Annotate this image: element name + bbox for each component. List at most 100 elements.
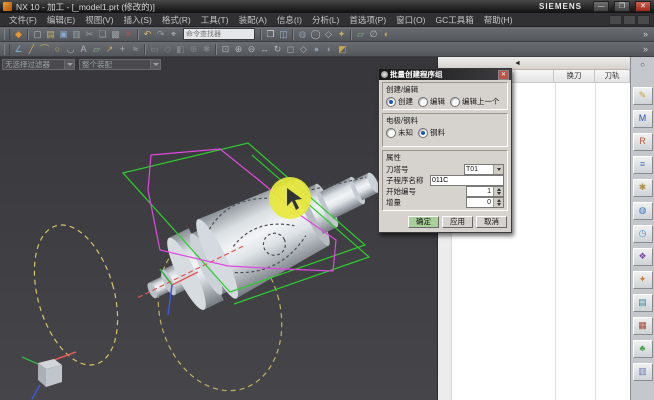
column-toolpath[interactable]: 刀轨 — [595, 70, 630, 82]
circle-tool-icon[interactable]: ○ — [51, 43, 64, 56]
increment-stepper[interactable]: 0 — [466, 197, 504, 208]
radio-icon[interactable] — [450, 97, 460, 107]
fillet-tool-icon[interactable]: ◡ — [64, 43, 77, 56]
fit-view-icon[interactable]: ⊡ — [219, 43, 232, 56]
chevron-down-icon[interactable] — [493, 165, 503, 174]
profile-tool-icon[interactable]: ∠ — [12, 43, 25, 56]
part-navigator-icon[interactable]: R — [633, 133, 653, 151]
history-icon[interactable]: ◷ — [633, 225, 653, 243]
manufacturing-wizard-icon[interactable]: ✦ — [633, 271, 653, 289]
menu-file[interactable]: 文件(F) — [4, 14, 42, 26]
snap-view-icon[interactable]: ✦ — [335, 28, 348, 41]
shaded-edges-icon[interactable]: ◐ — [323, 43, 336, 56]
zoom-in-icon[interactable]: ⊕ — [232, 43, 245, 56]
toolbar-grip2[interactable] — [4, 44, 10, 55]
show-hide-icon[interactable]: ◐ — [380, 28, 393, 41]
measure-icon[interactable]: ∅ — [367, 28, 380, 41]
mirror-icon[interactable]: ◇ — [161, 43, 174, 56]
cancel-button[interactable]: 取消 — [476, 216, 507, 228]
dialog-close-button[interactable]: ✕ — [498, 70, 509, 80]
ok-button[interactable]: 确定 — [408, 216, 439, 228]
system-scenes-icon[interactable]: ♣ — [633, 340, 653, 358]
menu-gc-toolbox[interactable]: GC工具箱 — [430, 14, 478, 26]
wireframe-view-icon[interactable]: ◯ — [309, 28, 322, 41]
menu-information[interactable]: 信息(I) — [272, 14, 307, 26]
system-materials-icon[interactable]: ▦ — [633, 317, 653, 335]
project-icon[interactable]: ⊕ — [187, 43, 200, 56]
print-icon[interactable]: ▥ — [70, 28, 83, 41]
command-finder-input[interactable] — [183, 28, 255, 40]
hd3d-tools-icon[interactable]: ✱ — [633, 179, 653, 197]
start-number-stepper[interactable]: 1 — [466, 186, 504, 197]
point-tool-icon[interactable]: + — [116, 43, 129, 56]
menu-analysis[interactable]: 分析(L) — [307, 14, 344, 26]
menu-view[interactable]: 视图(V) — [80, 14, 118, 26]
apply-button[interactable]: 应用 — [442, 216, 473, 228]
copy-icon[interactable]: ❏ — [96, 28, 109, 41]
rotate-view-icon[interactable]: ↻ — [271, 43, 284, 56]
line-tool-icon[interactable]: ╱ — [25, 43, 38, 56]
toolbar-grip[interactable] — [4, 29, 10, 40]
radio-steel[interactable]: 钢料 — [418, 127, 445, 138]
chevron-down-icon[interactable] — [150, 60, 160, 69]
web-browser-icon[interactable]: ◍ — [633, 202, 653, 220]
menu-tools[interactable]: 工具(T) — [196, 14, 234, 26]
open-file-icon[interactable]: ▤ — [44, 28, 57, 41]
window-layout-icon[interactable]: ❐ — [264, 28, 277, 41]
pan-icon[interactable]: ↔ — [258, 43, 271, 56]
work-plane-icon[interactable]: ▱ — [354, 28, 367, 41]
panel-collapse-icon[interactable]: ◄ — [514, 60, 521, 67]
templates-icon[interactable]: ▥ — [633, 363, 653, 381]
radio-create[interactable]: 创建 — [386, 96, 413, 107]
selection-scope-dropdown[interactable]: 整个装配 — [79, 59, 161, 70]
graphics-viewport[interactable]: 无选择过滤器 整个装配 — [0, 57, 437, 400]
spin-down-icon[interactable] — [494, 203, 503, 208]
radio-icon[interactable] — [386, 97, 396, 107]
radio-edit[interactable]: 编辑 — [418, 96, 445, 107]
model-canvas[interactable] — [0, 57, 437, 400]
spline-tool-icon[interactable]: ≈ — [129, 43, 142, 56]
doc-close-button[interactable] — [637, 15, 650, 25]
arc-tool-icon[interactable]: ⌒ — [38, 43, 51, 56]
process-studio-icon[interactable]: ❖ — [633, 248, 653, 266]
zoom-out-icon[interactable]: ⊖ — [245, 43, 258, 56]
front-view-icon[interactable]: ◻ — [284, 43, 297, 56]
text-tool-icon[interactable]: A — [77, 43, 90, 56]
menu-preferences[interactable]: 首选项(P) — [344, 14, 391, 26]
overflow-chevron-icon[interactable]: » — [639, 28, 652, 41]
start-button[interactable]: ◆ — [12, 28, 25, 41]
radio-icon[interactable] — [418, 97, 428, 107]
chevron-down-icon[interactable] — [64, 60, 74, 69]
face-analysis-icon[interactable]: ◩ — [336, 43, 349, 56]
radio-icon[interactable] — [418, 128, 428, 138]
reuse-library-icon[interactable]: ≡ — [633, 156, 653, 174]
save-icon[interactable]: ▣ — [57, 28, 70, 41]
column-toolchange[interactable]: 换刀 — [554, 70, 595, 82]
new-file-icon[interactable]: ▢ — [31, 28, 44, 41]
vector-icon[interactable]: ↗ — [103, 43, 116, 56]
trimetric-view-icon[interactable]: ◇ — [297, 43, 310, 56]
radio-unknown[interactable]: 未知 — [386, 127, 413, 138]
view-orientation-cube[interactable] — [22, 352, 76, 399]
menu-edit[interactable]: 编辑(E) — [42, 14, 80, 26]
redo-icon[interactable]: ↷ — [154, 28, 167, 41]
menu-window[interactable]: 窗口(O) — [391, 14, 430, 26]
menu-insert[interactable]: 插入(S) — [119, 14, 157, 26]
minimize-button[interactable]: — — [593, 1, 609, 12]
menu-format[interactable]: 格式(R) — [157, 14, 196, 26]
close-button[interactable]: ✕ — [635, 1, 651, 12]
shaded-view-icon[interactable]: ◍ — [296, 28, 309, 41]
doc-minimize-button[interactable] — [609, 15, 622, 25]
radio-edit-previous[interactable]: 编辑上一个 — [450, 96, 500, 107]
assembly-navigator-icon[interactable]: ✎ — [633, 87, 653, 105]
maximize-button[interactable]: ❐ — [614, 1, 630, 12]
roles-icon[interactable]: ▤ — [633, 294, 653, 312]
subprogram-name-input[interactable] — [430, 175, 504, 186]
radio-icon[interactable] — [386, 128, 396, 138]
datum-plane-icon[interactable]: ▱ — [90, 43, 103, 56]
overflow-chevron2-icon[interactable]: » — [639, 43, 652, 56]
delete-icon[interactable]: ✕ — [122, 28, 135, 41]
intersect-icon[interactable]: ✱ — [200, 43, 213, 56]
paste-icon[interactable]: ▩ — [109, 28, 122, 41]
undo-icon[interactable]: ↶ — [141, 28, 154, 41]
